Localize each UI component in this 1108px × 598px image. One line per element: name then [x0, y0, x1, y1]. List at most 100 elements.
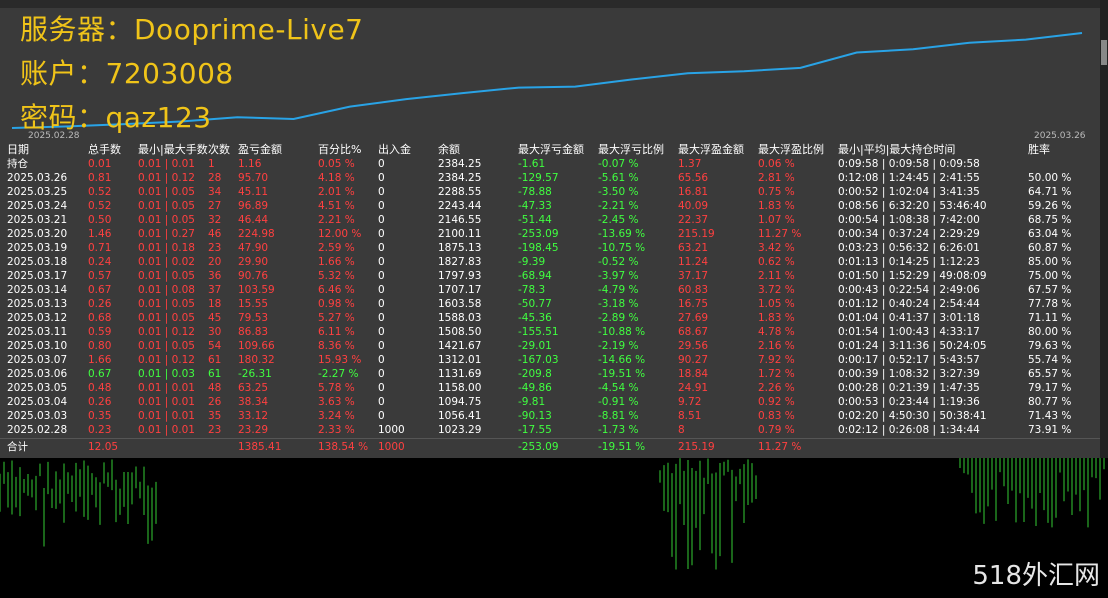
table-cell: 1508.50 — [438, 326, 482, 338]
table-cell: 0.67 — [88, 368, 112, 380]
table-cell: 0:01:12 | 0:40:24 | 2:54:44 — [838, 298, 980, 310]
table-cell: 0.01 | 0.05 — [138, 214, 195, 226]
total-cell: 138.54 % — [318, 441, 369, 453]
table-cell: 0.98 % — [318, 298, 355, 310]
column-header: 最大浮盈比例 — [758, 143, 824, 156]
table-cell: -90.13 — [518, 410, 552, 422]
table-cell: 224.98 — [238, 228, 275, 240]
column-header: 最大浮盈金额 — [678, 143, 744, 156]
table-cell: 0:02:20 | 4:50:30 | 50:38:41 — [838, 410, 987, 422]
table-cell: 2100.11 — [438, 228, 482, 240]
table-cell: -2.19 % — [598, 340, 639, 352]
table-cell: 16.81 — [678, 186, 709, 198]
column-header: 次数 — [208, 143, 230, 156]
table-cell: 2.26 % — [758, 382, 795, 394]
table-cell: 5.32 % — [318, 270, 355, 282]
table-cell: 71.43 % — [1028, 410, 1072, 422]
table-cell: 80.77 % — [1028, 396, 1072, 408]
table-cell: -17.55 — [518, 424, 552, 436]
table-cell: 1158.00 — [438, 382, 482, 394]
table-row: 2025.03.17 0.57 0.01 | 0.05 36 90.76 5.32 % 0 1… — [0, 269, 1100, 283]
table-cell: 30 — [208, 326, 222, 338]
table-cell: 2384.25 — [438, 172, 482, 184]
table-cell: 0:00:28 | 0:21:39 | 1:47:35 — [838, 382, 980, 394]
table-cell: 0.75 % — [758, 186, 795, 198]
table-cell: -167.03 — [518, 354, 559, 366]
column-header: 最小|平均|最大持仓时间 — [838, 143, 956, 156]
table-cell: -2.45 % — [598, 214, 639, 226]
table-cell: -198.45 — [518, 242, 559, 254]
table-row: 2025.03.03 0.35 0.01 | 0.01 35 33.12 3.24 % 0 1… — [0, 409, 1100, 423]
table-cell: 0.23 — [88, 424, 112, 436]
table-cell: -51.44 — [518, 214, 552, 226]
table-cell: 1588.03 — [438, 312, 482, 324]
table-cell: 0 — [378, 172, 385, 184]
table-cell: 79.53 — [238, 312, 269, 324]
table-cell: 2.81 % — [758, 172, 795, 184]
table-cell: 0.01 | 0.27 — [138, 228, 195, 240]
table-cell: 0.59 — [88, 326, 112, 338]
column-header: 胜率 — [1028, 143, 1050, 156]
table-cell: 60.87 % — [1028, 242, 1072, 254]
table-cell: -155.51 — [518, 326, 559, 338]
table-cell: 16.75 — [678, 298, 709, 310]
table-cell: 45 — [208, 312, 222, 324]
table-cell: 0.01 | 0.01 — [138, 396, 195, 408]
table-cell: 2025.03.20 — [7, 228, 68, 240]
table-cell: 0:00:52 | 1:02:04 | 3:41:35 — [838, 186, 980, 198]
table-cell: 4.18 % — [318, 172, 355, 184]
table-cell: 65.57 % — [1028, 368, 1072, 380]
table-cell: 0:00:54 | 1:08:38 | 7:42:00 — [838, 214, 980, 226]
table-row: 2025.03.13 0.26 0.01 | 0.05 18 15.55 0.98 % 0 1… — [0, 297, 1100, 311]
table-cell: 0 — [378, 298, 385, 310]
panel-toolbar — [0, 0, 1100, 8]
table-cell: -10.88 % — [598, 326, 646, 338]
table-cell: -29.01 — [518, 340, 552, 352]
table-cell: 2025.03.21 — [7, 214, 68, 226]
table-cell: -50.77 — [518, 298, 552, 310]
table-cell: 34 — [208, 186, 222, 198]
table-cell: 0 — [378, 368, 385, 380]
table-cell: 2025.03.17 — [7, 270, 68, 282]
table-cell: 55.74 % — [1028, 354, 1072, 366]
table-cell: 0:00:17 | 0:52:17 | 5:43:57 — [838, 354, 980, 366]
table-cell: 4.51 % — [318, 200, 355, 212]
table-cell: 1603.58 — [438, 298, 482, 310]
table-cell: 0.52 — [88, 200, 112, 212]
table-cell: 1707.17 — [438, 284, 482, 296]
table-cell: 0.06 % — [758, 158, 795, 170]
table-row: 2025.03.19 0.71 0.01 | 0.18 23 47.90 2.59 % 0 1… — [0, 241, 1100, 255]
table-cell: 37 — [208, 284, 222, 296]
table-cell: 11.24 — [678, 256, 709, 268]
vertical-scrollbar[interactable] — [1100, 0, 1108, 458]
table-cell: -14.66 % — [598, 354, 646, 366]
table-cell: 63.25 — [238, 382, 269, 394]
table-cell: 0.01 | 0.02 — [138, 256, 195, 268]
scrollbar-thumb[interactable] — [1101, 40, 1107, 65]
table-cell: 1312.01 — [438, 354, 482, 366]
table-cell: 0.01 | 0.12 — [138, 326, 195, 338]
table-cell: -2.27 % — [318, 368, 359, 380]
table-row: 2025.03.05 0.48 0.01 | 0.01 48 63.25 5.78 % 0 1… — [0, 381, 1100, 395]
table-cell: 18.84 — [678, 368, 709, 380]
table-cell: 60.83 — [678, 284, 709, 296]
table-cell: 90.27 — [678, 354, 709, 366]
column-header: 日期 — [7, 143, 29, 156]
table-cell: 4.78 % — [758, 326, 795, 338]
column-header: 总手数 — [88, 143, 121, 156]
table-cell: 1.83 % — [758, 312, 795, 324]
table-cell: 0.01 | 0.03 — [138, 368, 195, 380]
table-cell: 0.05 % — [318, 158, 355, 170]
column-header: 最小|最大手数 — [138, 143, 208, 156]
column-header: 出入金 — [378, 143, 411, 156]
table-cell: 63.04 % — [1028, 228, 1072, 240]
table-cell: -13.69 % — [598, 228, 646, 240]
total-cell: 12.05 — [88, 441, 119, 453]
table-cell: 65.56 — [678, 172, 709, 184]
table-cell: 36 — [208, 270, 222, 282]
table-cell: 0.24 — [88, 256, 112, 268]
table-cell: 45.11 — [238, 186, 269, 198]
table-cell: -78.88 — [518, 186, 552, 198]
overlay-server: 服务器：Dooprime-Live7 — [20, 13, 364, 46]
table-cell: 0.01 — [88, 158, 112, 170]
